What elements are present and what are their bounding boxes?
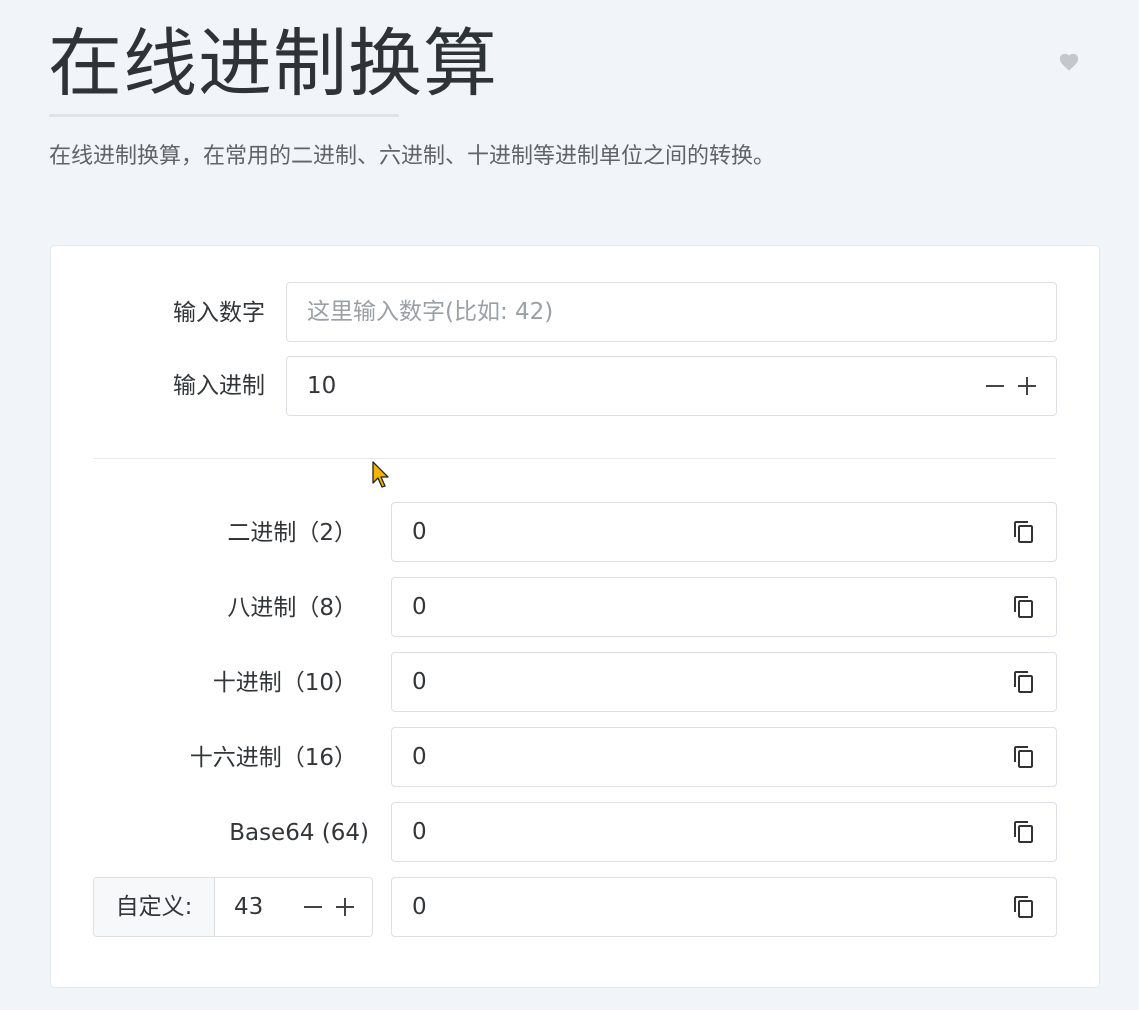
- base64-value: 0: [412, 819, 427, 845]
- decimal-label: 十进制（10）: [212, 670, 357, 696]
- copy-icon[interactable]: [1012, 820, 1036, 844]
- plus-icon[interactable]: [1016, 375, 1038, 397]
- binary-output[interactable]: 0: [391, 502, 1057, 562]
- copy-icon[interactable]: [1012, 745, 1036, 769]
- copy-icon[interactable]: [1012, 670, 1036, 694]
- hex-label: 十六进制（16）: [189, 745, 357, 771]
- base64-label: Base64 (64): [229, 820, 369, 846]
- minus-icon[interactable]: [984, 375, 1006, 397]
- custom-base-value[interactable]: 43: [234, 878, 263, 936]
- base-value[interactable]: 10: [307, 357, 336, 415]
- copy-icon[interactable]: [1012, 895, 1036, 919]
- custom-base-label: 自定义:: [94, 878, 215, 936]
- page-subtitle: 在线进制换算，在常用的二进制、六进制、十进制等进制单位之间的转换。: [49, 144, 776, 169]
- custom-output[interactable]: 0: [391, 877, 1057, 937]
- hex-output[interactable]: 0: [391, 727, 1057, 787]
- number-input[interactable]: [287, 283, 1056, 341]
- copy-icon[interactable]: [1012, 595, 1036, 619]
- hex-value: 0: [412, 744, 427, 770]
- section-divider: [93, 458, 1056, 459]
- custom-base-stepper[interactable]: 自定义: 43: [93, 877, 373, 937]
- binary-value: 0: [412, 519, 427, 545]
- input-base-label: 输入进制: [173, 373, 265, 399]
- copy-icon[interactable]: [1012, 520, 1036, 544]
- mouse-cursor-icon: [372, 461, 389, 488]
- octal-value: 0: [412, 594, 427, 620]
- plus-icon[interactable]: [334, 896, 356, 918]
- decimal-value: 0: [412, 669, 427, 695]
- heart-icon[interactable]: [1058, 51, 1080, 73]
- octal-label: 八进制（8）: [227, 595, 357, 621]
- number-input-field[interactable]: [286, 282, 1057, 342]
- input-number-label: 输入数字: [173, 300, 265, 326]
- page-title: 在线进制换算: [48, 21, 498, 107]
- base64-output[interactable]: 0: [391, 802, 1057, 862]
- base-stepper[interactable]: 10: [286, 356, 1057, 416]
- decimal-output[interactable]: 0: [391, 652, 1057, 712]
- title-underline: [49, 114, 399, 117]
- minus-icon[interactable]: [302, 896, 324, 918]
- binary-label: 二进制（2）: [227, 520, 357, 546]
- converter-card: 输入数字 输入进制 10 二进制（2） 0 八进制（8） 0 十进制（10） 0: [50, 245, 1100, 988]
- octal-output[interactable]: 0: [391, 577, 1057, 637]
- custom-value: 0: [412, 894, 427, 920]
